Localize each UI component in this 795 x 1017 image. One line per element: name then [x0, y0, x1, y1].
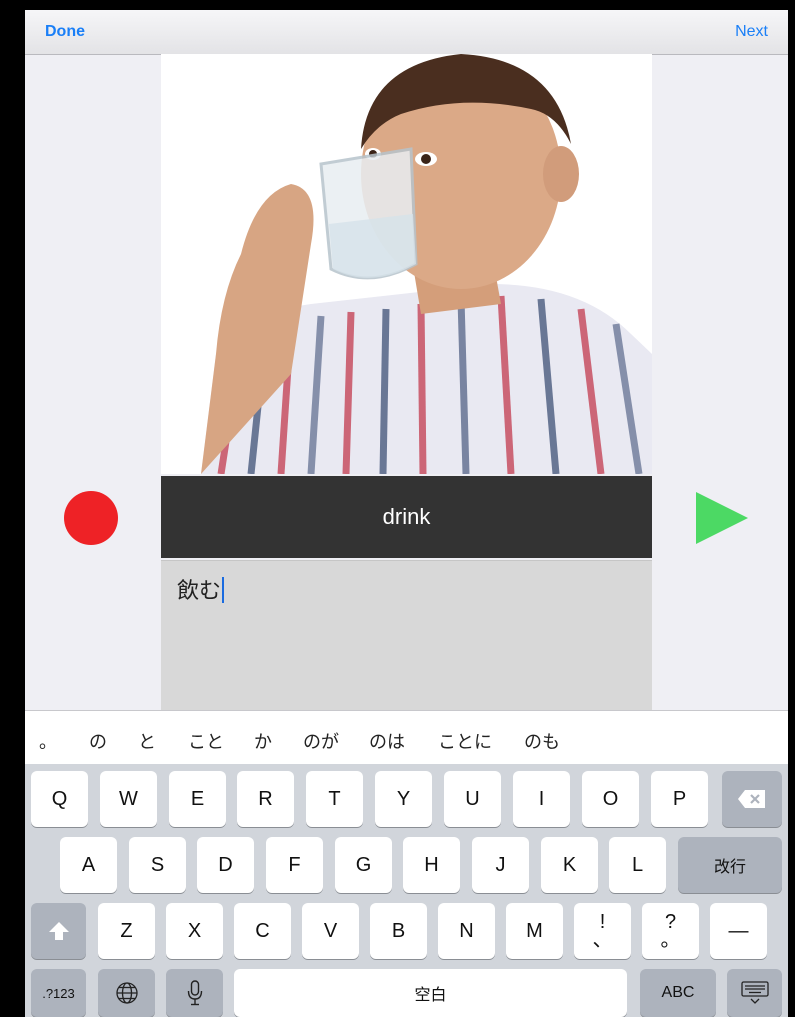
shift-icon	[48, 922, 69, 940]
candidate-9[interactable]: のも	[524, 728, 560, 754]
key-u[interactable]: U	[444, 771, 501, 827]
key-q[interactable]: Q	[31, 771, 88, 827]
keyboard: Q W E R T Y U I O P A S D F G H J K L 改行…	[25, 764, 788, 1017]
key-a[interactable]: A	[60, 837, 117, 893]
candidate-8[interactable]: ことに	[438, 728, 492, 754]
next-button[interactable]: Next	[735, 23, 768, 41]
key-n[interactable]: N	[438, 903, 495, 959]
candidate-2[interactable]: の	[89, 728, 107, 754]
keyboard-hide-icon	[740, 981, 769, 1004]
key-o[interactable]: O	[582, 771, 639, 827]
word-label: drink	[382, 504, 431, 529]
globe-icon	[115, 982, 138, 1004]
record-button[interactable]	[64, 491, 118, 545]
candidate-7[interactable]: のは	[369, 728, 405, 754]
key-p[interactable]: P	[651, 771, 708, 827]
key-t[interactable]: T	[306, 771, 363, 827]
return-key[interactable]: 改行	[678, 837, 782, 893]
key-z[interactable]: Z	[98, 903, 155, 959]
candidate-3[interactable]: と	[138, 728, 156, 754]
key-c[interactable]: C	[234, 903, 291, 959]
key-v[interactable]: V	[302, 903, 359, 959]
candidate-1[interactable]: 。	[39, 728, 57, 754]
key-b[interactable]: B	[370, 903, 427, 959]
translation-text-input[interactable]: 飲む	[161, 560, 652, 711]
key-r[interactable]: R	[237, 771, 294, 827]
play-button[interactable]	[696, 492, 748, 544]
key-e[interactable]: E	[169, 771, 226, 827]
card-photo	[161, 54, 652, 474]
done-button[interactable]: Done	[45, 23, 85, 41]
key-x[interactable]: X	[166, 903, 223, 959]
hide-keyboard-key[interactable]	[727, 969, 782, 1017]
key-i[interactable]: I	[513, 771, 570, 827]
dictation-key[interactable]	[166, 969, 223, 1017]
delete-icon	[738, 790, 765, 808]
key-h[interactable]: H	[403, 837, 460, 893]
key-y[interactable]: Y	[375, 771, 432, 827]
key-question-bottom: 。	[660, 929, 681, 951]
candidate-6[interactable]: のが	[303, 728, 339, 754]
key-g[interactable]: G	[335, 837, 392, 893]
navigation-bar: Done Next	[25, 10, 788, 55]
candidate-5[interactable]: か	[254, 728, 272, 754]
key-exclamation-bottom: 、	[592, 929, 613, 951]
app-screen: Done Next drink 飲む 。 の と こと か のが のは ことに …	[25, 10, 788, 1017]
numbers-key[interactable]: .?123	[31, 969, 86, 1017]
shift-key[interactable]	[31, 903, 86, 959]
space-key[interactable]: 空白	[234, 969, 627, 1017]
text-caret	[222, 577, 225, 603]
key-l[interactable]: L	[609, 837, 666, 893]
candidate-bar: 。 の と こと か のが のは ことに のも	[25, 710, 788, 764]
microphone-icon	[187, 980, 202, 1006]
key-w[interactable]: W	[100, 771, 157, 827]
globe-key[interactable]	[98, 969, 155, 1017]
candidate-4[interactable]: こと	[188, 728, 224, 754]
key-f[interactable]: F	[266, 837, 323, 893]
abc-key[interactable]: ABC	[640, 969, 716, 1017]
key-d[interactable]: D	[197, 837, 254, 893]
word-label-bar: drink	[161, 476, 652, 558]
key-exclamation[interactable]: ! 、	[574, 903, 631, 959]
delete-key[interactable]	[722, 771, 782, 827]
key-s[interactable]: S	[129, 837, 186, 893]
key-dash[interactable]: —	[710, 903, 767, 959]
key-j[interactable]: J	[472, 837, 529, 893]
key-k[interactable]: K	[541, 837, 598, 893]
key-question[interactable]: ? 。	[642, 903, 699, 959]
key-m[interactable]: M	[506, 903, 563, 959]
translation-text-value: 飲む	[177, 578, 222, 603]
